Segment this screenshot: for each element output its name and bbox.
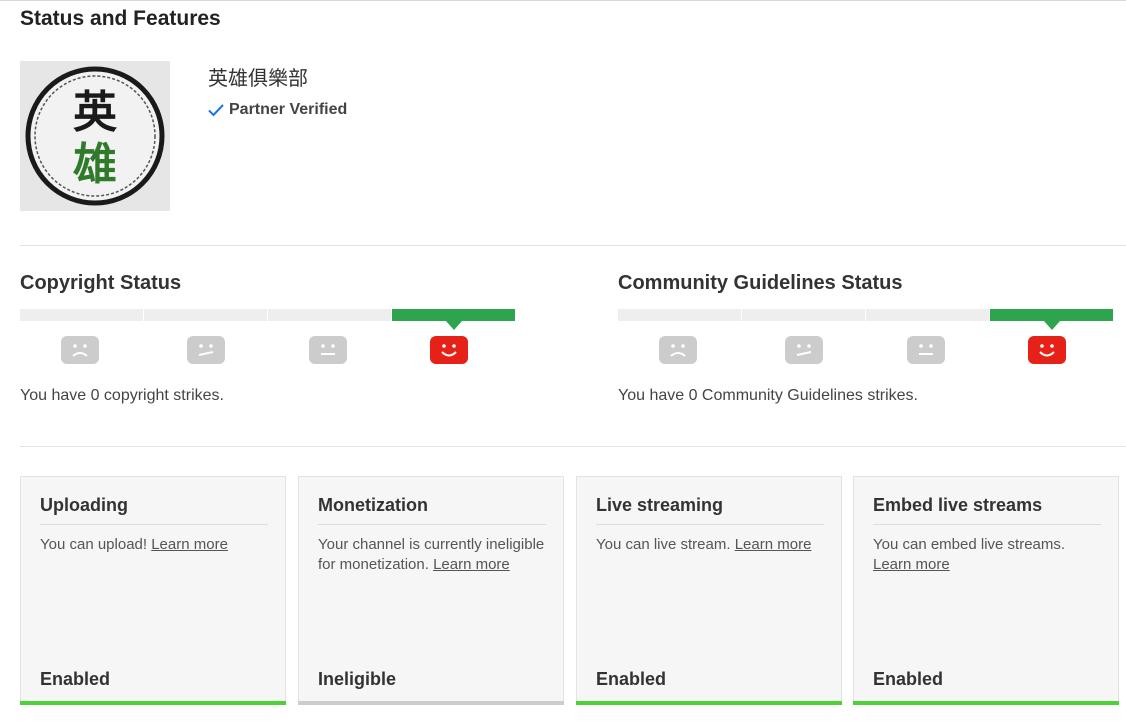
happy-face-icon: [1028, 336, 1066, 364]
meter-segment-1: [618, 309, 741, 321]
happy-face-icon: [430, 336, 468, 364]
feature-card-state: Enabled: [596, 669, 667, 689]
feature-card-state: Ineligible: [318, 669, 397, 689]
feature-card-title: Uploading: [40, 495, 268, 525]
divider: [20, 245, 1126, 246]
meter-segment-4-active: [392, 309, 515, 330]
copyright-meter: [20, 309, 515, 369]
feature-card-text: You can embed live streams.: [873, 536, 1066, 553]
checkmark-icon: [208, 103, 224, 117]
copyright-strikes-text: You have 0 copyright strikes.: [20, 387, 224, 404]
meter-segment-3: [866, 309, 989, 321]
learn-more-link[interactable]: Learn more: [873, 556, 950, 573]
partner-verified: Partner Verified: [208, 101, 347, 119]
learn-more-link[interactable]: Learn more: [433, 556, 510, 573]
neutral-face-icon: [907, 336, 945, 364]
feature-status-bar: [298, 701, 564, 705]
community-status-title: Community Guidelines Status: [618, 272, 903, 294]
feature-status-bar: [853, 701, 1119, 705]
feature-card-description: You can upload! Learn more: [40, 535, 276, 555]
feature-card-description: You can live stream. Learn more: [596, 535, 832, 555]
community-strikes-text: You have 0 Community Guidelines strikes.: [618, 387, 918, 404]
page-title: Status and Features: [20, 7, 221, 30]
sad-face-icon: [61, 336, 99, 364]
community-meter: [618, 309, 1113, 369]
copyright-status: Copyright Status You have 0 copyright st…: [20, 270, 515, 404]
copyright-status-title: Copyright Status: [20, 272, 182, 294]
community-guidelines-status: Community Guidelines Status You have 0 C…: [618, 270, 1113, 404]
channel-avatar: 英 雄: [20, 61, 170, 211]
meter-segment-3: [268, 309, 391, 321]
avatar-glyph-bottom: 雄: [73, 139, 117, 190]
skeptical-face-icon: [187, 336, 225, 364]
meter-segment-2: [742, 309, 865, 321]
meter-segment-2: [144, 309, 267, 321]
feature-card-title: Embed live streams: [873, 495, 1101, 525]
channel-name: 英雄俱樂部: [208, 68, 308, 90]
meter-pointer: [1043, 321, 1060, 330]
feature-card-description: You can embed live streams. Learn more: [873, 535, 1109, 575]
feature-card-embed-live-streams: Embed live streams You can embed live st…: [853, 476, 1119, 705]
meter-pointer: [445, 321, 462, 330]
skeptical-face-icon: [785, 336, 823, 364]
feature-card-text: You can upload!: [40, 536, 148, 553]
feature-card-state: Enabled: [40, 669, 111, 689]
feature-card-uploading: Uploading You can upload! Learn more Ena…: [20, 476, 286, 705]
partner-verified-label: Partner Verified: [229, 101, 348, 118]
feature-card-text: Your channel is currently ineligible for…: [318, 536, 545, 573]
top-border: [0, 0, 1126, 4]
neutral-face-icon: [309, 336, 347, 364]
avatar-glyph-top: 英: [73, 87, 118, 138]
feature-status-bar: [576, 701, 842, 705]
feature-card-monetization: Monetization Your channel is currently i…: [298, 476, 564, 705]
feature-card-description: Your channel is currently ineligible for…: [318, 535, 554, 575]
feature-card-text: You can live stream.: [596, 536, 731, 553]
feature-card-title: Live streaming: [596, 495, 824, 525]
learn-more-link[interactable]: Learn more: [735, 536, 812, 553]
meter-segment-4-active: [990, 309, 1113, 330]
feature-status-bar: [20, 701, 286, 705]
meter-segment-1: [20, 309, 143, 321]
sad-face-icon: [659, 336, 697, 364]
divider: [20, 446, 1126, 447]
feature-card-state: Enabled: [873, 669, 944, 689]
feature-card-title: Monetization: [318, 495, 546, 525]
learn-more-link[interactable]: Learn more: [151, 536, 228, 553]
feature-card-live-streaming: Live streaming You can live stream. Lear…: [576, 476, 842, 705]
